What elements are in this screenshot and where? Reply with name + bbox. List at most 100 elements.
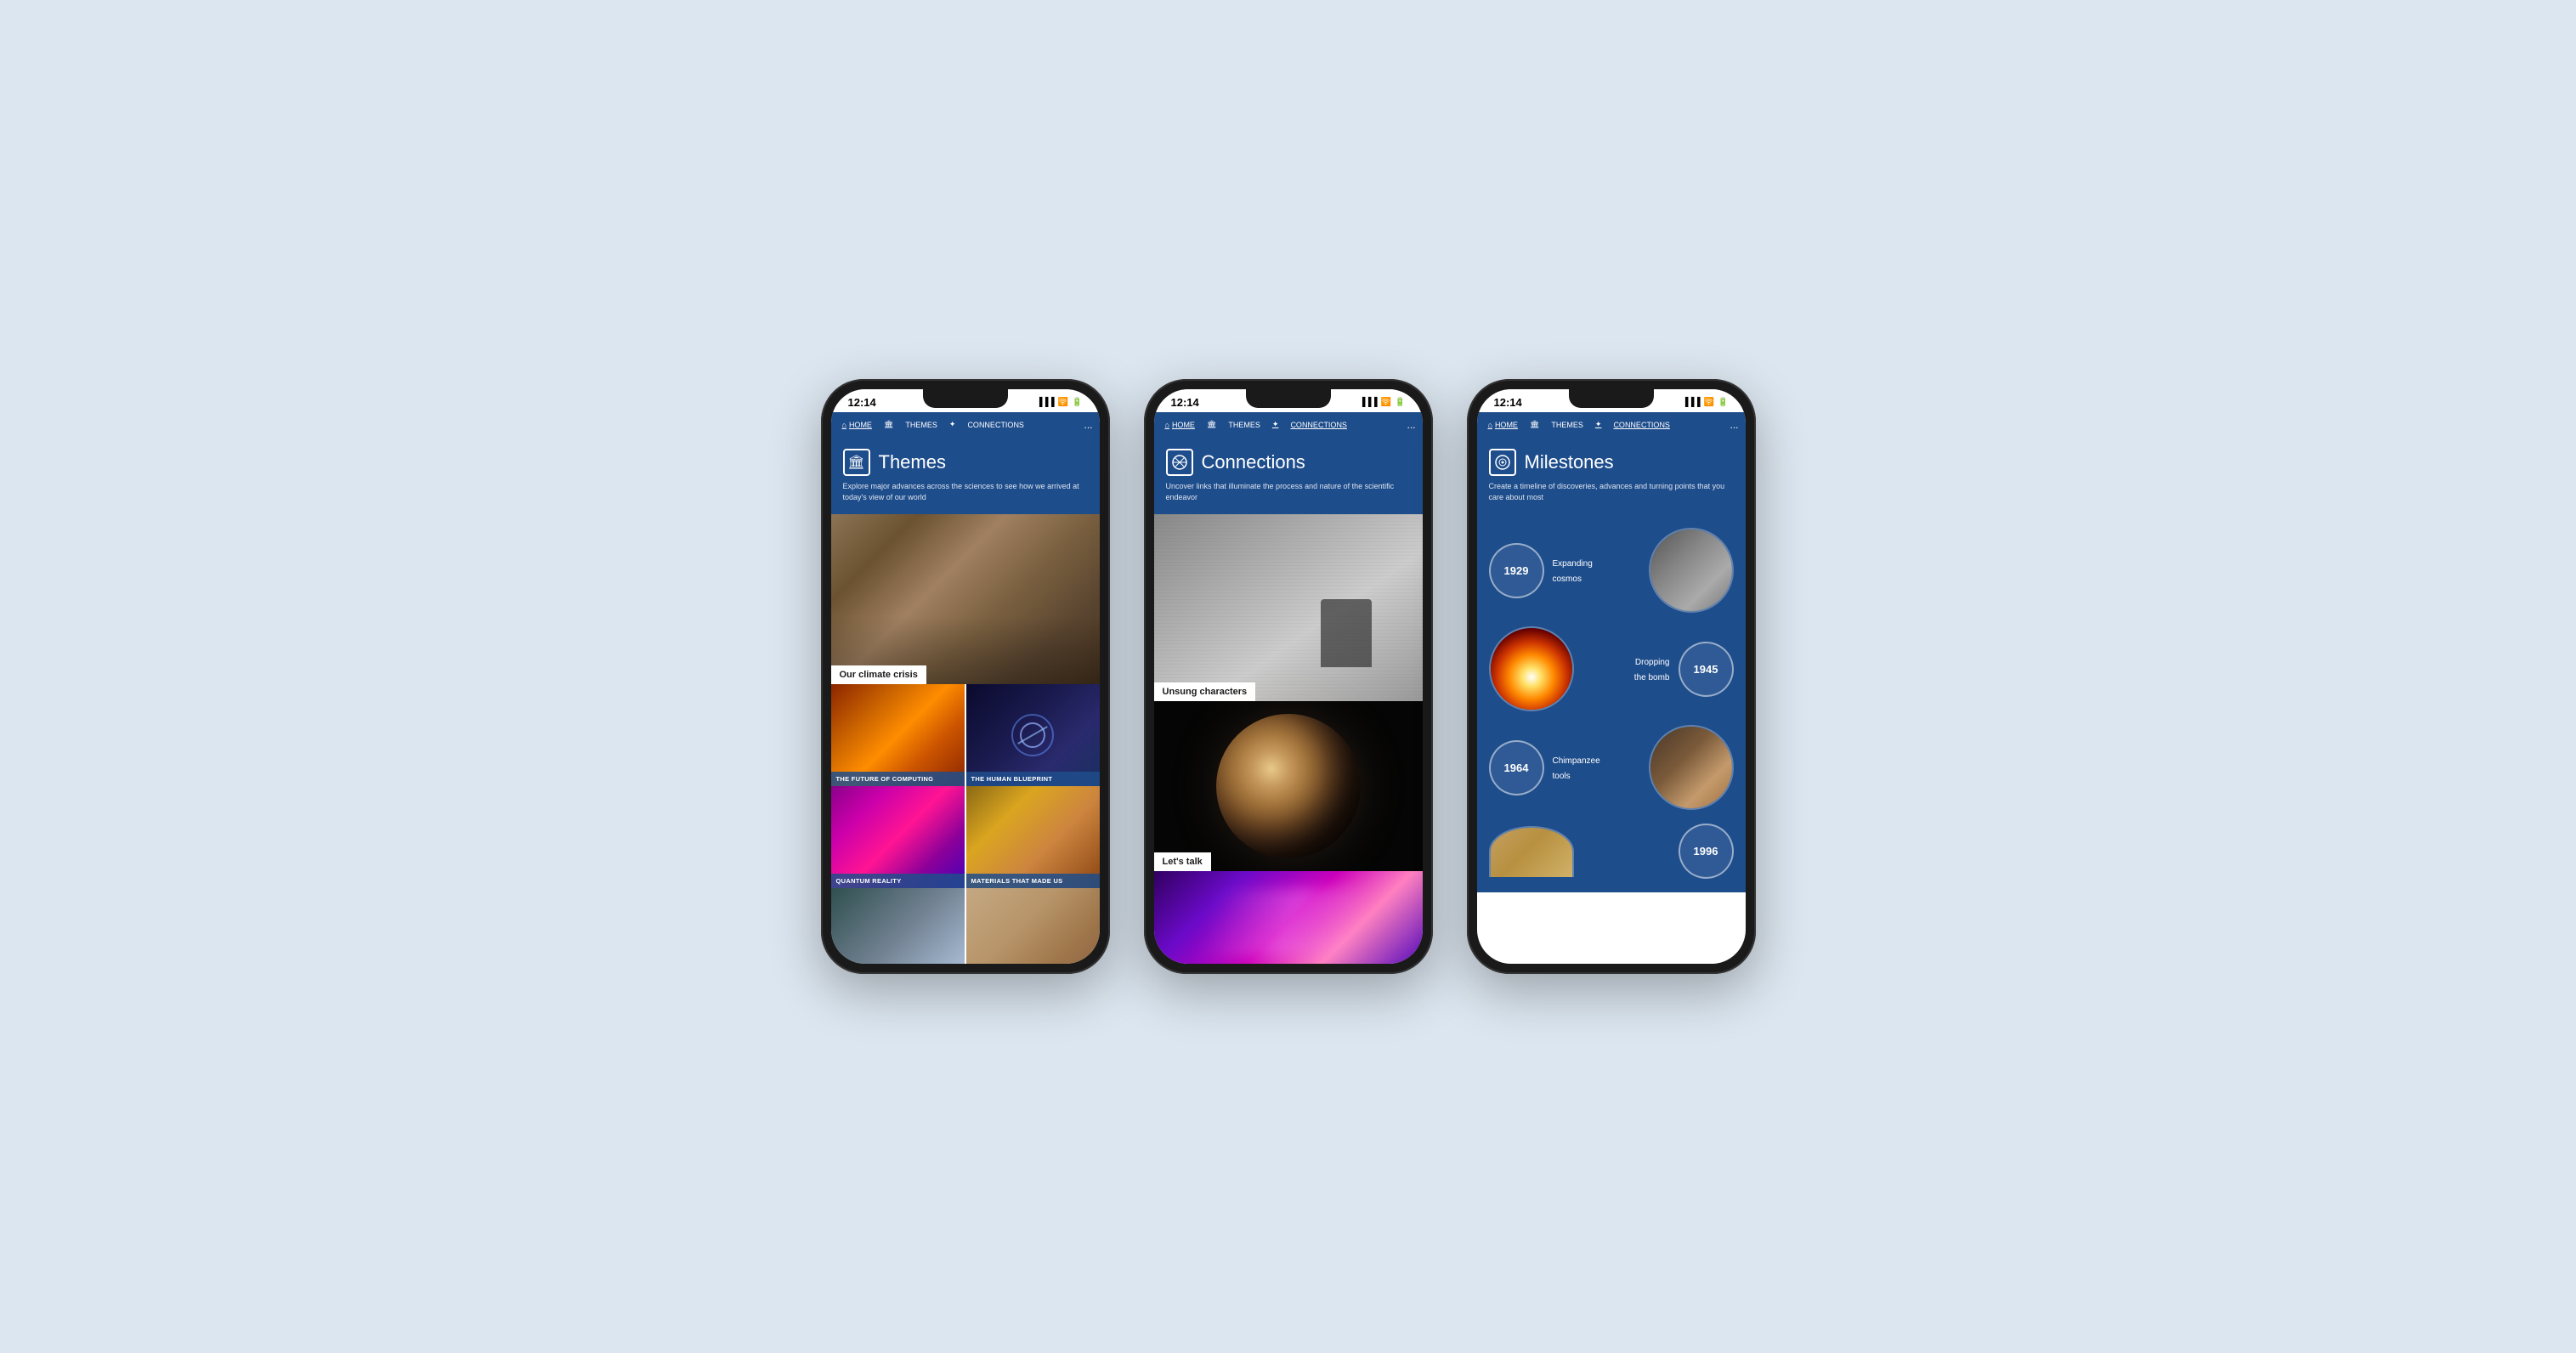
climate-crisis-label: Our climate crisis bbox=[831, 665, 926, 684]
nav-bar-2: ⌂ HOME 🏛 THEMES ✦ CONNECTIONS ... bbox=[1154, 412, 1423, 437]
themes-row-1: THE FUTURE OF COMPUTING THE HUMAN BLU bbox=[831, 684, 1100, 786]
milestone-1945[interactable]: 1945 Droppingthe bomb bbox=[1489, 626, 1734, 711]
nav-themes-3[interactable]: THEMES bbox=[1547, 418, 1588, 432]
connections-icon-2: ✦ bbox=[1272, 420, 1279, 429]
connections-hero: Connections Uncover links that illuminat… bbox=[1154, 437, 1423, 514]
phone-connections: 12:14 ▐▐▐ 🛜 🔋 ⌂ HOME 🏛 THEMES bbox=[1144, 379, 1433, 974]
nav-connections-icon-2[interactable]: ✦ bbox=[1268, 417, 1283, 432]
nav-dots-3[interactable]: ... bbox=[1730, 419, 1738, 431]
connections-icon-3: ✦ bbox=[1595, 420, 1602, 429]
year-1945: 1945 bbox=[1679, 642, 1734, 697]
phone-1-content[interactable]: 🏛 Themes Explore major advances across t… bbox=[831, 437, 1100, 964]
themes-grid: Our climate crisis THE FUTURE OF COMPUTI… bbox=[831, 514, 1100, 964]
nav-themes-icon-3[interactable]: 🏛 bbox=[1526, 417, 1543, 432]
wifi-icon-2: 🛜 bbox=[1381, 398, 1391, 407]
wifi-icon-1: 🛜 bbox=[1058, 398, 1068, 407]
wifi-icon-3: 🛜 bbox=[1704, 398, 1714, 407]
themes-icon-3: 🏛 bbox=[1530, 420, 1539, 429]
nav-connections-1[interactable]: CONNECTIONS bbox=[963, 418, 1028, 432]
label-1929: Expandingcosmos bbox=[1544, 555, 1649, 586]
milestones-title: Milestones bbox=[1525, 451, 1614, 473]
status-icons-2: ▐▐▐ 🛜 🔋 bbox=[1359, 398, 1405, 407]
milestone-1929[interactable]: 1929 Expandingcosmos bbox=[1489, 528, 1734, 613]
status-time-3: 12:14 bbox=[1494, 396, 1522, 409]
nav-themes-2[interactable]: THEMES bbox=[1224, 418, 1265, 432]
label-1945: Droppingthe bomb bbox=[1574, 654, 1679, 684]
quantum-reality-label: QUANTUM REALITY bbox=[831, 874, 965, 888]
pluto-item[interactable]: Let's talk bbox=[1154, 701, 1423, 871]
materials-label: MATERIALS THAT MADE US bbox=[966, 874, 1100, 888]
nav-dots-1[interactable]: ... bbox=[1084, 419, 1092, 431]
nav-home-2[interactable]: ⌂ HOME bbox=[1161, 418, 1199, 432]
phone-notch-2 bbox=[1246, 389, 1331, 408]
future-computing-item[interactable]: THE FUTURE OF COMPUTING bbox=[831, 684, 965, 786]
pluto-sphere bbox=[1216, 714, 1361, 858]
unsung-characters-label: Unsung characters bbox=[1154, 682, 1256, 701]
connections-subtitle: Uncover links that illuminate the proces… bbox=[1166, 481, 1411, 502]
status-time-1: 12:14 bbox=[848, 396, 876, 409]
nav-themes-icon-2[interactable]: 🏛 bbox=[1203, 417, 1220, 432]
unsung-characters-item[interactable]: Unsung characters bbox=[1154, 514, 1423, 701]
battery-icon-1: 🔋 bbox=[1072, 398, 1082, 407]
phone-3-content[interactable]: Milestones Create a timeline of discover… bbox=[1477, 437, 1746, 964]
nav-connections-3[interactable]: CONNECTIONS bbox=[1609, 418, 1674, 432]
year-1964: 1964 bbox=[1489, 740, 1544, 795]
themes-hero-icon: 🏛 bbox=[843, 449, 870, 476]
photo-1945 bbox=[1489, 626, 1574, 711]
year-1929: 1929 bbox=[1489, 543, 1544, 598]
nav-themes-1[interactable]: THEMES bbox=[901, 418, 942, 432]
label-1964: Chimpanzeetools bbox=[1544, 752, 1649, 783]
human-blueprint-item[interactable]: THE HUMAN BLUEPRINT bbox=[966, 684, 1100, 786]
home-icon-2: ⌂ bbox=[1165, 421, 1169, 429]
themes-icon-1: 🏛 bbox=[884, 420, 893, 429]
milestones-svg-icon bbox=[1494, 454, 1511, 471]
themes-hero: 🏛 Themes Explore major advances across t… bbox=[831, 437, 1100, 514]
connections-svg-icon bbox=[1171, 454, 1188, 471]
bottom-left-item[interactable] bbox=[831, 888, 965, 964]
nav-bar-1: ⌂ HOME 🏛 THEMES ✦ CONNECTIONS ... bbox=[831, 412, 1100, 437]
themes-row-3 bbox=[831, 888, 1100, 964]
photo-1996 bbox=[1489, 826, 1574, 877]
year-1996: 1996 bbox=[1679, 824, 1734, 879]
climate-crisis-item[interactable]: Our climate crisis bbox=[831, 514, 1100, 684]
phone-2-content[interactable]: Connections Uncover links that illuminat… bbox=[1154, 437, 1423, 964]
milestones-timeline: 1929 Expandingcosmos 1945 bbox=[1477, 514, 1746, 892]
connections-bottom-item[interactable] bbox=[1154, 871, 1423, 964]
home-icon-1: ⌂ bbox=[842, 421, 846, 429]
milestones-hero: Milestones Create a timeline of discover… bbox=[1477, 437, 1746, 514]
connections-hero-icon bbox=[1166, 449, 1193, 476]
photo-1964 bbox=[1649, 725, 1734, 810]
themes-title: Themes bbox=[879, 451, 946, 473]
milestones-subtitle: Create a timeline of discoveries, advanc… bbox=[1489, 481, 1734, 502]
nav-bar-3: ⌂ HOME 🏛 THEMES ✦ CONNECTIONS ... bbox=[1477, 412, 1746, 437]
themes-row-2: QUANTUM REALITY MATERIALS THAT MADE US bbox=[831, 786, 1100, 888]
nav-connections-icon-1[interactable]: ✦ bbox=[945, 417, 960, 432]
milestone-1964[interactable]: 1964 Chimpanzeetools bbox=[1489, 725, 1734, 810]
bottom-right-item[interactable] bbox=[966, 888, 1100, 964]
materials-item[interactable]: MATERIALS THAT MADE US bbox=[966, 786, 1100, 888]
milestone-1996[interactable]: 1996 bbox=[1489, 824, 1734, 879]
themes-icon-2: 🏛 bbox=[1207, 420, 1216, 429]
nav-home-1[interactable]: ⌂ HOME bbox=[838, 418, 876, 432]
milestones-hero-icon bbox=[1489, 449, 1516, 476]
battery-icon-3: 🔋 bbox=[1718, 398, 1728, 407]
status-time-2: 12:14 bbox=[1171, 396, 1199, 409]
status-icons-3: ▐▐▐ 🛜 🔋 bbox=[1682, 398, 1728, 407]
nav-connections-icon-3[interactable]: ✦ bbox=[1591, 417, 1606, 432]
signal-icon-1: ▐▐▐ bbox=[1036, 398, 1054, 407]
phone-notch-3 bbox=[1569, 389, 1654, 408]
future-computing-label: THE FUTURE OF COMPUTING bbox=[831, 772, 965, 786]
nav-themes-icon-1[interactable]: 🏛 bbox=[880, 417, 897, 432]
status-icons-1: ▐▐▐ 🛜 🔋 bbox=[1036, 398, 1082, 407]
connections-grid: Unsung characters Let's talk bbox=[1154, 514, 1423, 964]
home-icon-3: ⌂ bbox=[1488, 421, 1492, 429]
phones-container: 12:14 ▐▐▐ 🛜 🔋 ⌂ HOME 🏛 THEMES bbox=[821, 379, 1756, 974]
nav-dots-2[interactable]: ... bbox=[1407, 419, 1415, 431]
signal-icon-2: ▐▐▐ bbox=[1359, 398, 1377, 407]
nav-home-3[interactable]: ⌂ HOME bbox=[1484, 418, 1522, 432]
nav-connections-2[interactable]: CONNECTIONS bbox=[1286, 418, 1351, 432]
phone-themes: 12:14 ▐▐▐ 🛜 🔋 ⌂ HOME 🏛 THEMES bbox=[821, 379, 1110, 974]
quantum-reality-item[interactable]: QUANTUM REALITY bbox=[831, 786, 965, 888]
human-blueprint-label: THE HUMAN BLUEPRINT bbox=[966, 772, 1100, 786]
photo-1929 bbox=[1649, 528, 1734, 613]
